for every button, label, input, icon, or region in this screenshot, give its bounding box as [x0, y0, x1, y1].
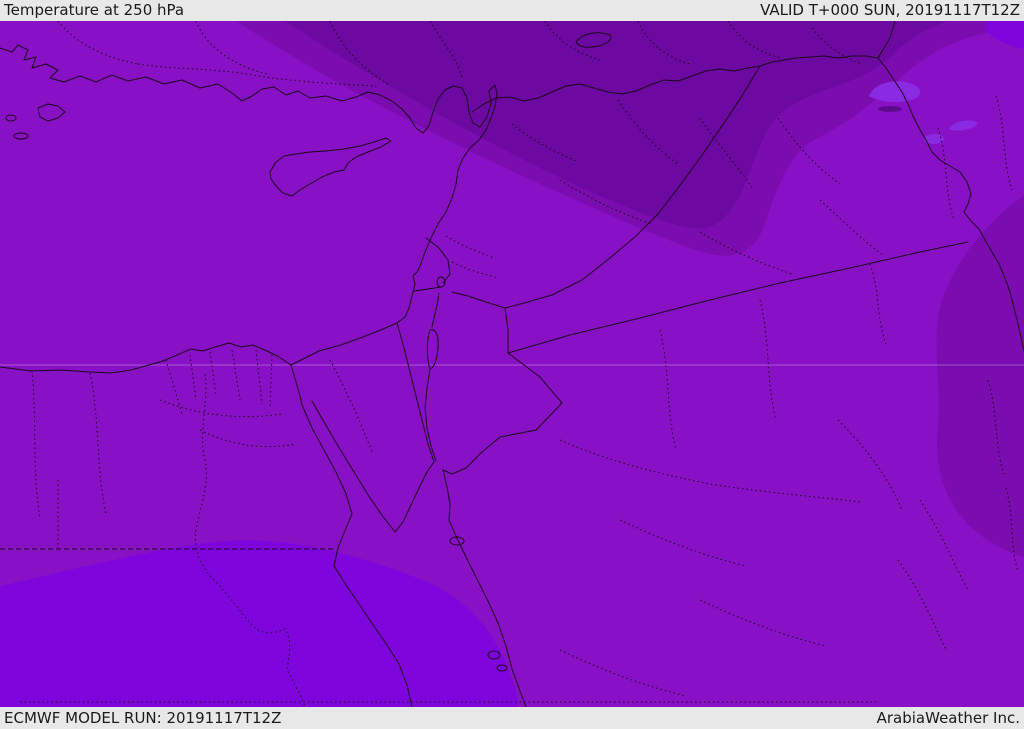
header-bar: Temperature at 250 hPa VALID T+000 SUN, … — [0, 0, 1024, 21]
credit-label: ArabiaWeather Inc. — [876, 709, 1020, 727]
weather-map-window: Temperature at 250 hPa VALID T+000 SUN, … — [0, 0, 1024, 729]
cold-smudge — [878, 106, 902, 112]
footer-bar: ECMWF MODEL RUN: 20191117T12Z ArabiaWeat… — [0, 707, 1024, 729]
temperature-map — [0, 21, 1024, 707]
valid-time-label: VALID T+000 SUN, 20191117T12Z — [760, 1, 1020, 19]
map-canvas — [0, 21, 1024, 707]
page-title: Temperature at 250 hPa — [4, 1, 185, 19]
model-run-label: ECMWF MODEL RUN: 20191117T12Z — [4, 709, 282, 727]
